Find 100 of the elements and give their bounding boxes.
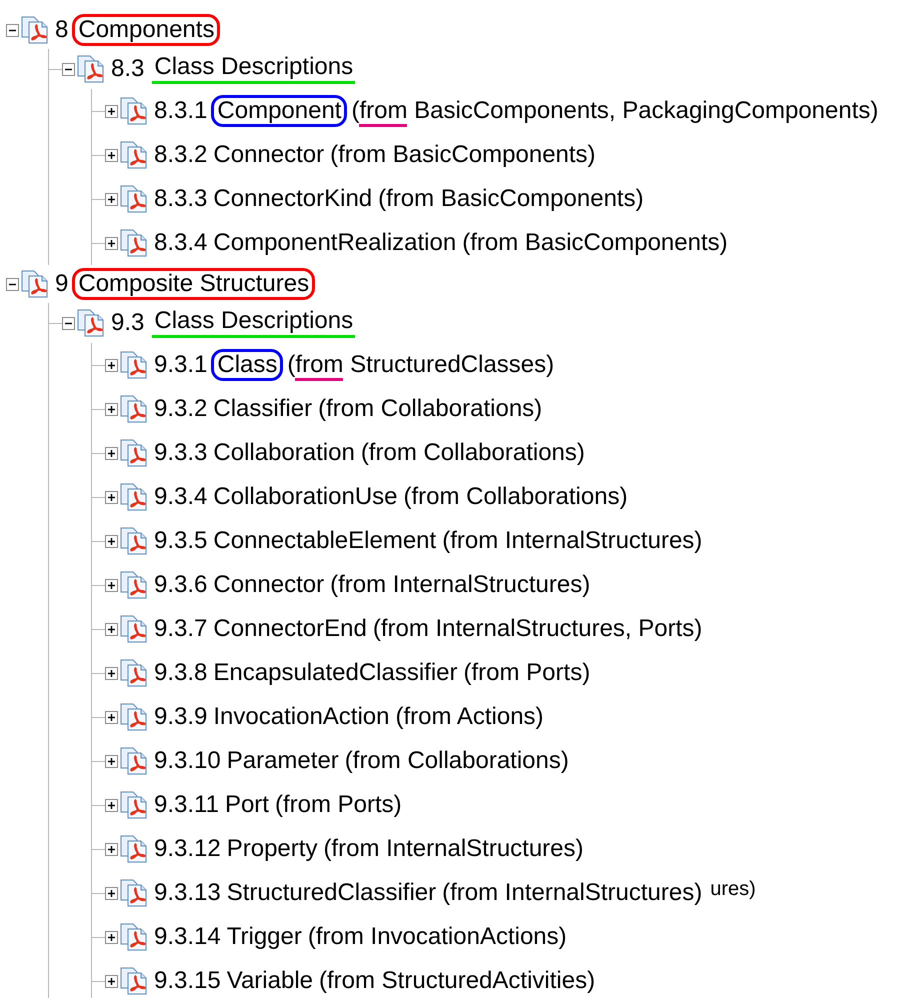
expand-icon[interactable] xyxy=(105,402,118,416)
source-label: (from InternalStructures) xyxy=(442,527,702,555)
section-title: EncapsulatedClassifier xyxy=(212,659,459,687)
section-number: 8.3.3 xyxy=(154,185,208,213)
source-label: (from InternalStructures) xyxy=(442,879,702,907)
section-title: Component xyxy=(211,94,348,128)
section-title: Connector xyxy=(212,571,326,599)
expand-icon[interactable] xyxy=(105,622,118,636)
section-title: Class xyxy=(211,348,284,382)
collapse-icon[interactable] xyxy=(6,24,19,36)
expand-icon[interactable] xyxy=(105,798,118,812)
expand-icon[interactable] xyxy=(105,192,118,206)
expand-icon[interactable] xyxy=(105,930,118,944)
pdf-document-icon xyxy=(120,659,148,687)
section-title: Parameter xyxy=(226,747,340,775)
section-title: StructuredClassifier xyxy=(226,879,438,907)
expand-icon[interactable] xyxy=(105,148,118,162)
expand-icon[interactable] xyxy=(105,236,118,250)
section-number: 9.3.7 xyxy=(154,615,208,643)
section-number: 9.3.14 xyxy=(154,923,221,951)
pdf-document-icon xyxy=(120,229,148,257)
source-label: (from InternalStructures) xyxy=(323,835,584,863)
source-label: (from Collaborations) xyxy=(344,747,569,775)
section-number: 9.3.12 xyxy=(154,835,221,863)
pdf-document-icon xyxy=(120,351,148,379)
section-number: 9.3.9 xyxy=(154,703,208,731)
pdf-document-icon xyxy=(120,703,148,731)
pdf-document-icon xyxy=(120,483,148,511)
section-title: ConnectableElement xyxy=(212,527,438,555)
expand-icon[interactable] xyxy=(105,104,118,118)
source-label: (from InternalStructures) xyxy=(330,571,590,599)
expand-icon[interactable] xyxy=(105,578,118,592)
section-title: Property xyxy=(226,835,318,863)
expand-icon[interactable] xyxy=(105,754,118,768)
pdf-document-icon xyxy=(77,55,105,83)
source-label: (from BasicComponents, PackagingComponents) xyxy=(351,97,878,125)
section-title: ConnectorKind xyxy=(212,185,374,213)
section-title: InvocationAction xyxy=(212,703,390,731)
section-title: ConnectorEnd xyxy=(212,615,368,643)
collapse-icon[interactable] xyxy=(6,278,19,290)
section-number: 9.3.5 xyxy=(154,527,208,555)
section-title: Class Descriptions xyxy=(152,54,356,84)
expand-icon[interactable] xyxy=(105,446,118,460)
section-title: Class Descriptions xyxy=(152,308,356,338)
section-title: Trigger xyxy=(226,923,303,951)
expand-icon[interactable] xyxy=(105,666,118,680)
pdf-document-icon xyxy=(120,747,148,775)
source-label: (from Ports) xyxy=(464,659,590,687)
pdf-document-icon xyxy=(120,615,148,643)
pdf-document-icon xyxy=(77,309,105,337)
section-number: 9.3.6 xyxy=(154,571,208,599)
overflow-text: ures) xyxy=(710,878,756,900)
pdf-document-icon xyxy=(120,141,148,169)
section-title: Components xyxy=(72,14,220,46)
section-number: 9.3.2 xyxy=(154,395,208,423)
section-number: 9.3.15 xyxy=(154,967,221,995)
section-number: 8.3 xyxy=(111,55,144,83)
section-title: ComponentRealization xyxy=(212,229,458,257)
collapse-icon[interactable] xyxy=(62,316,75,330)
section-title: Classifier xyxy=(212,395,314,423)
expand-icon[interactable] xyxy=(105,534,118,548)
source-label: (from BasicComponents) xyxy=(462,229,728,257)
expand-icon[interactable] xyxy=(105,710,118,724)
source-label: (from StructuredClasses) xyxy=(287,351,554,379)
section-title: Collaboration xyxy=(212,439,356,467)
expand-icon[interactable] xyxy=(105,886,118,900)
source-label: (from BasicComponents) xyxy=(378,185,644,213)
expand-icon[interactable] xyxy=(105,842,118,856)
source-label: (from Collaborations) xyxy=(318,395,542,423)
pdf-document-icon xyxy=(120,879,148,907)
pdf-document-icon xyxy=(120,571,148,599)
section-number: 9.3.4 xyxy=(154,483,208,511)
pdf-document-icon xyxy=(120,967,148,995)
expand-icon[interactable] xyxy=(105,974,118,988)
expand-icon[interactable] xyxy=(105,358,118,372)
section-number: 9.3.1 xyxy=(154,351,208,379)
section-title: Composite Structures xyxy=(72,268,316,300)
source-label: (from InvocationActions) xyxy=(308,923,567,951)
pdf-document-icon xyxy=(120,185,148,213)
section-number: 9.3.3 xyxy=(154,439,208,467)
source-label: (from BasicComponents) xyxy=(330,141,596,169)
expand-icon[interactable] xyxy=(105,490,118,504)
section-title: Connector xyxy=(212,141,326,169)
source-label: (from StructuredActivities) xyxy=(319,967,596,995)
section-title: CollaborationUse xyxy=(212,483,398,511)
section-title: Variable xyxy=(226,967,314,995)
source-label: (from Ports) xyxy=(274,791,402,819)
pdf-document-icon xyxy=(21,270,49,298)
section-number: 9 xyxy=(55,270,68,298)
pdf-document-icon xyxy=(120,97,148,125)
pdf-document-icon xyxy=(120,923,148,951)
section-number: 9.3.10 xyxy=(154,747,221,775)
section-number: 9.3.13 xyxy=(154,879,221,907)
section-title: Port xyxy=(224,791,270,819)
source-label: (from Collaborations) xyxy=(404,483,628,511)
section-number: 9.3 xyxy=(111,309,144,337)
collapse-icon[interactable] xyxy=(62,62,75,76)
section-number: 9.3.8 xyxy=(154,659,208,687)
section-number: 9.3.11 xyxy=(154,791,219,819)
section-number: 8.3.4 xyxy=(154,229,208,257)
